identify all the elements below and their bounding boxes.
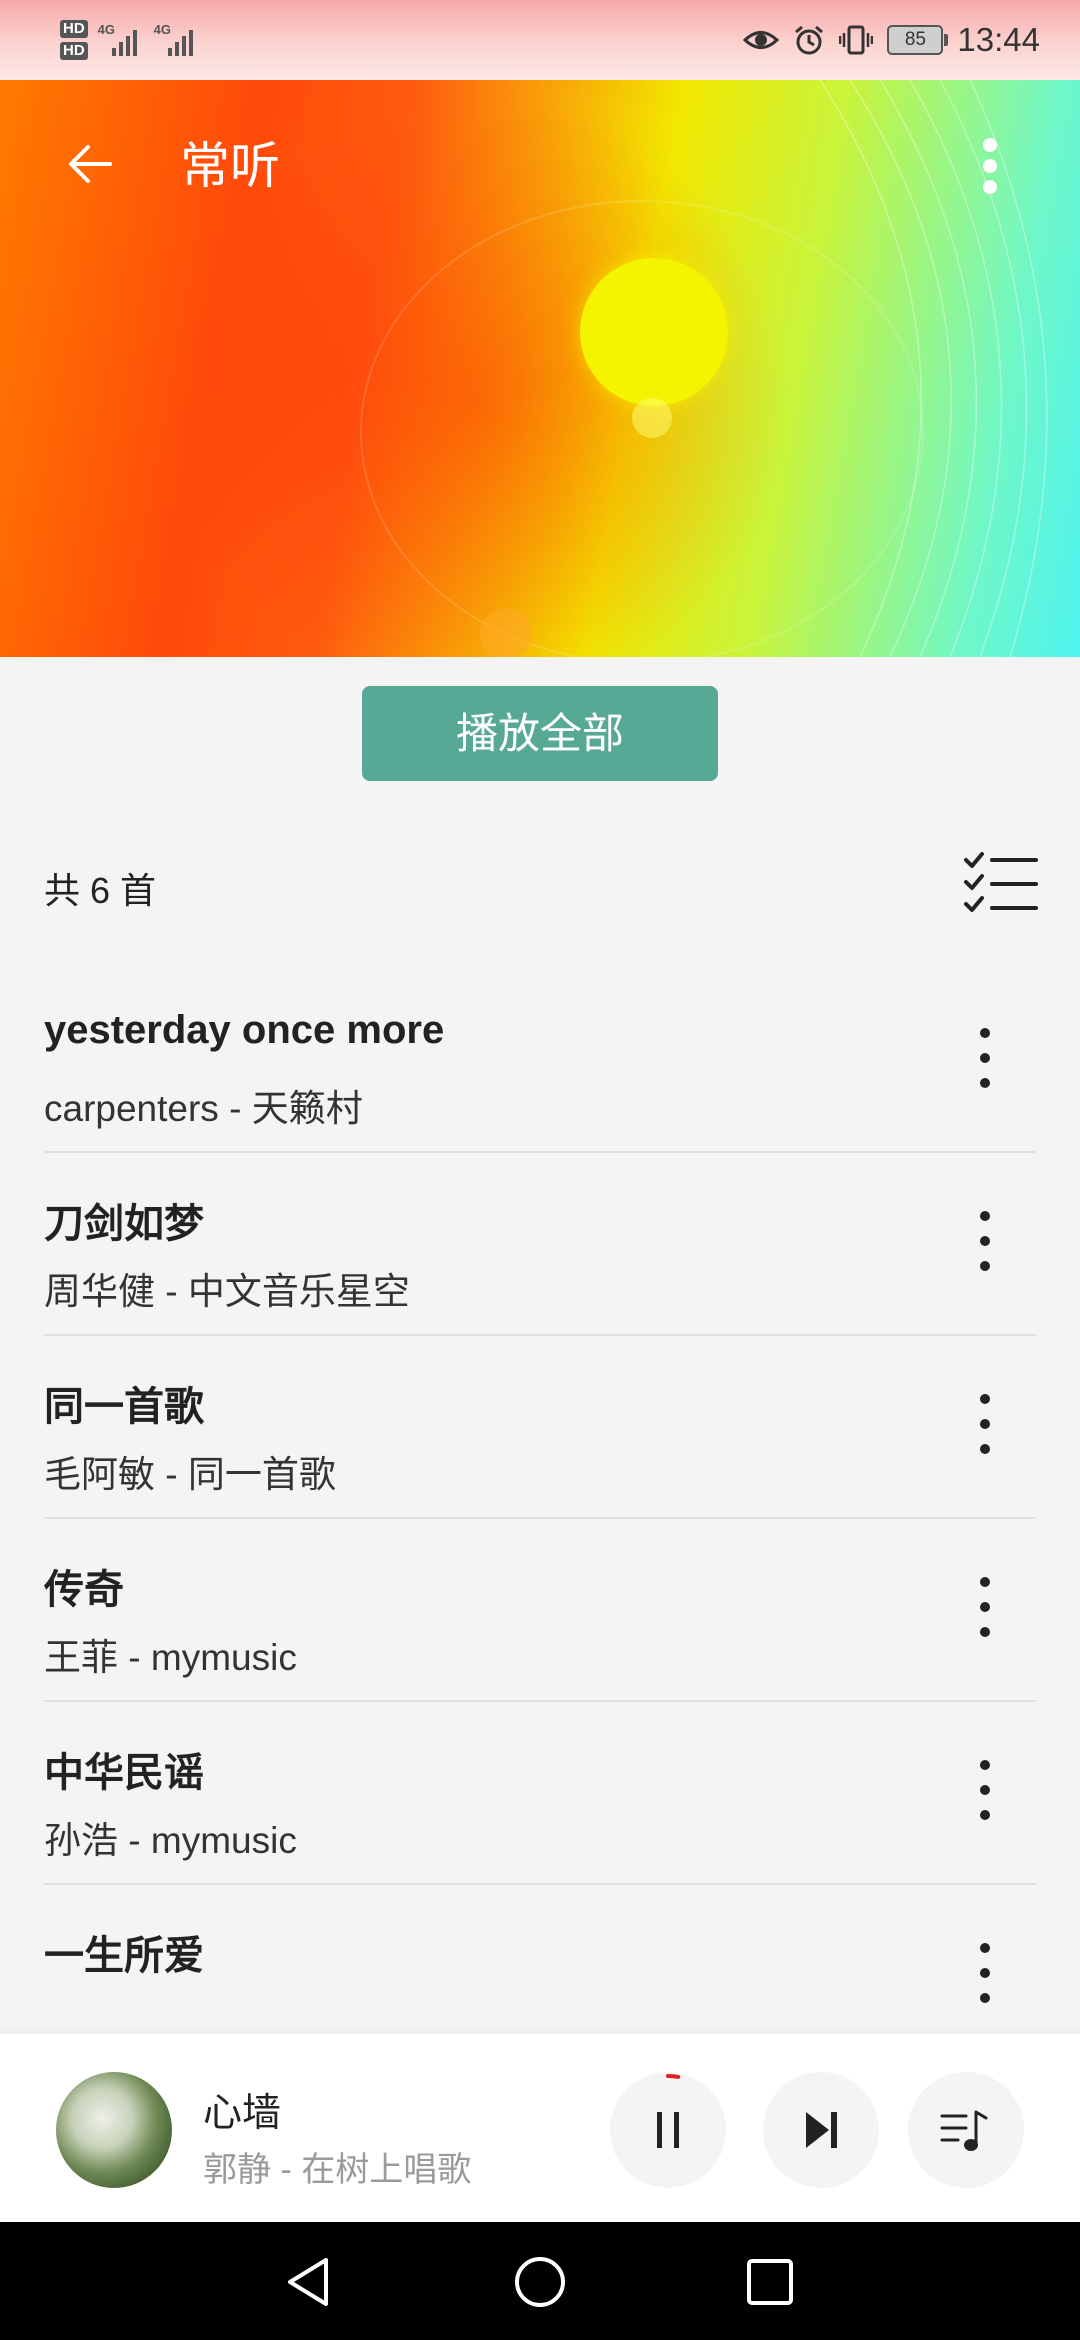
song-subtitle: 王菲 - mymusic bbox=[44, 1637, 297, 1678]
header-decoration bbox=[632, 398, 672, 438]
song-subtitle: carpenters - 天籁村 bbox=[44, 1088, 363, 1129]
hd-icon-2: HD bbox=[60, 42, 88, 60]
signal-icon-2: 4G bbox=[154, 22, 200, 58]
song-more-icon[interactable] bbox=[970, 1760, 1000, 1820]
song-subtitle: 孙浩 - mymusic bbox=[44, 1820, 297, 1861]
hd-icon-1: HD bbox=[60, 20, 88, 38]
status-left: HD HD 4G 4G bbox=[60, 12, 200, 68]
mini-player[interactable]: 心墙 郭静 - 在树上唱歌 bbox=[0, 2034, 1080, 2222]
playlist-music-icon bbox=[940, 2110, 988, 2151]
song-more-icon[interactable] bbox=[970, 1211, 1000, 1271]
pause-button[interactable] bbox=[610, 2072, 726, 2188]
song-item[interactable]: 传奇 王菲 - mymusic bbox=[44, 1519, 1036, 1702]
song-item[interactable]: 中华民谣 孙浩 - mymusic bbox=[44, 1702, 1036, 1885]
progress-arc bbox=[666, 2074, 681, 2079]
song-count: 共 6 首 bbox=[44, 870, 157, 911]
nav-back-icon[interactable] bbox=[280, 2254, 336, 2310]
song-title: yesterday once more bbox=[44, 1008, 445, 1052]
song-item[interactable]: yesterday once more carpenters - 天籁村 bbox=[44, 970, 1036, 1153]
song-title: 传奇 bbox=[44, 1568, 124, 1612]
song-item[interactable]: 刀剑如梦 周华健 - 中文音乐星空 bbox=[44, 1153, 1036, 1336]
eye-comfort-icon bbox=[743, 31, 780, 49]
now-playing-title: 心墙 bbox=[203, 2092, 282, 2135]
system-nav-bar bbox=[0, 2222, 1080, 2340]
song-more-icon[interactable] bbox=[970, 1577, 1000, 1637]
song-more-icon[interactable] bbox=[970, 1394, 1000, 1454]
back-arrow-icon[interactable] bbox=[60, 134, 120, 194]
song-more-icon[interactable] bbox=[970, 1028, 1000, 1088]
song-title: 同一首歌 bbox=[44, 1385, 204, 1429]
play-queue-button[interactable] bbox=[908, 2072, 1024, 2188]
song-title: 中华民谣 bbox=[44, 1751, 204, 1795]
header-line-pattern bbox=[819, 80, 1048, 657]
signal-icon-1: 4G bbox=[98, 22, 144, 58]
header-decoration bbox=[580, 258, 728, 406]
hd-indicators: HD HD bbox=[60, 20, 88, 60]
song-title: 刀剑如梦 bbox=[44, 1202, 204, 1246]
alarm-icon bbox=[795, 25, 824, 55]
header-decoration bbox=[480, 608, 532, 657]
song-list: yesterday once more carpenters - 天籁村 刀剑如… bbox=[44, 970, 1036, 2068]
next-button[interactable] bbox=[763, 2072, 879, 2188]
more-options-icon[interactable] bbox=[966, 132, 1014, 200]
checklist-icon[interactable] bbox=[962, 852, 1040, 918]
album-cover[interactable] bbox=[56, 2072, 172, 2188]
status-right: 85 13:44 bbox=[743, 0, 1040, 80]
status-bar: HD HD 4G 4G 85 13:44 bbox=[0, 0, 1080, 80]
song-more-icon[interactable] bbox=[970, 1943, 1000, 2003]
vibrate-icon bbox=[839, 25, 874, 55]
play-all-button[interactable]: 播放全部 bbox=[362, 686, 718, 781]
playlist-header: 常听 bbox=[0, 80, 1080, 657]
clock: 13:44 bbox=[957, 21, 1040, 58]
page-title: 常听 bbox=[180, 138, 280, 194]
song-subtitle: 周华健 - 中文音乐星空 bbox=[44, 1271, 410, 1312]
battery-icon: 85 bbox=[887, 25, 949, 55]
skip-next-icon bbox=[806, 2112, 837, 2148]
now-playing-subtitle: 郭静 - 在树上唱歌 bbox=[203, 2151, 472, 2189]
nav-home-icon[interactable] bbox=[512, 2254, 568, 2310]
pause-icon bbox=[655, 2112, 681, 2148]
song-title: 一生所爱 bbox=[44, 1934, 204, 1978]
nav-recents-icon[interactable] bbox=[742, 2254, 798, 2310]
song-item[interactable]: 同一首歌 毛阿敏 - 同一首歌 bbox=[44, 1336, 1036, 1519]
song-subtitle: 毛阿敏 - 同一首歌 bbox=[44, 1454, 336, 1495]
